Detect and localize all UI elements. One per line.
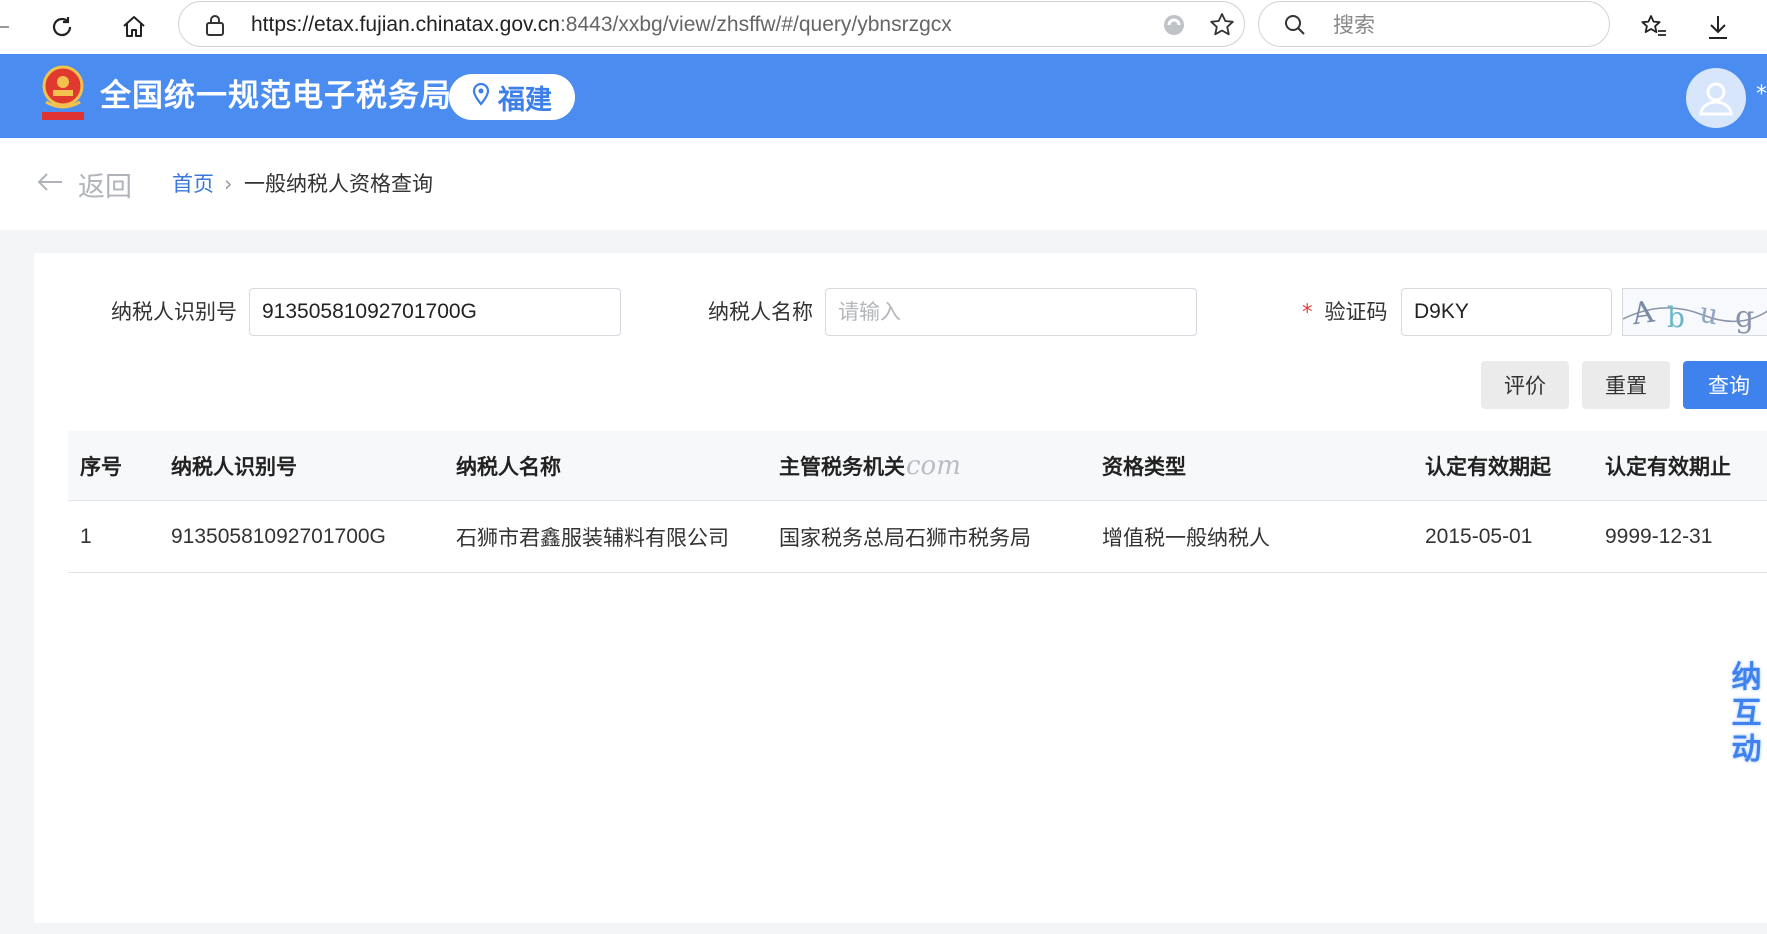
table-cell-valid-from: 2015-05-01 xyxy=(1425,524,1533,548)
search-placeholder: 搜索 xyxy=(1333,13,1375,37)
taxpayer-name-label: 纳税人名称 xyxy=(708,300,813,324)
side-widget-char: 纳 xyxy=(1731,660,1762,695)
interaction-side-widget[interactable]: 纳 互 动 xyxy=(1726,660,1767,778)
lock-icon[interactable] xyxy=(205,14,225,40)
back-button[interactable]: 返回 xyxy=(36,138,132,230)
breadcrumb-current: 一般纳税人资格查询 xyxy=(244,172,433,196)
url-path: :8443/xxbg/view/zhsffw/#/query/ybnsrzgcx xyxy=(559,13,952,36)
evaluate-button[interactable]: 评价 xyxy=(1481,361,1569,409)
breadcrumb-separator: › xyxy=(224,172,233,196)
browser-search-box[interactable]: 搜索 xyxy=(1258,1,1610,47)
column-header: 纳税人识别号 xyxy=(171,454,297,479)
back-label: 返回 xyxy=(78,171,132,203)
back-arrow-icon[interactable] xyxy=(0,9,18,45)
table-row: 1 91350581092701700G 石狮市君鑫服装辅料有限公司 国家税务总… xyxy=(68,501,1767,573)
table-cell-qualification-type: 增值税一般纳税人 xyxy=(1102,525,1270,550)
captcha-input[interactable]: D9KY xyxy=(1401,288,1612,336)
download-icon[interactable] xyxy=(1700,9,1736,45)
column-header: 纳税人名称 xyxy=(456,454,561,479)
back-arrow-icon xyxy=(36,169,64,200)
site-title: 全国统一规范电子税务局 xyxy=(100,78,452,114)
reset-button[interactable]: 重置 xyxy=(1582,361,1670,409)
svg-text:b: b xyxy=(1667,301,1685,334)
table-cell-taxpayer-name: 石狮市君鑫服装辅料有限公司 xyxy=(456,525,729,550)
column-header: 序号 xyxy=(80,454,122,479)
url-text: https://etax.fujian.chinatax.gov.cn:8443… xyxy=(251,2,952,48)
national-emblem-logo xyxy=(38,62,88,124)
table-cell-valid-to: 9999-12-31 xyxy=(1605,524,1713,548)
refresh-icon[interactable] xyxy=(44,9,80,45)
query-panel: 纳税人识别号 91350581092701700G 纳税人名称 请输入 * 验证码… xyxy=(34,253,1767,923)
table-cell-index: 1 xyxy=(80,524,92,548)
favorite-star-icon[interactable] xyxy=(1209,12,1235,42)
search-icon xyxy=(1283,13,1307,41)
breadcrumb-home-link[interactable]: 首页 xyxy=(172,138,214,230)
home-icon[interactable] xyxy=(116,9,152,45)
browser-toolbar: https://etax.fujian.chinatax.gov.cn:8443… xyxy=(0,0,1767,54)
watermark: com xyxy=(906,451,961,481)
svg-text:A: A xyxy=(1629,295,1657,333)
column-header: 资格类型 xyxy=(1102,454,1186,479)
side-widget-char: 动 xyxy=(1731,732,1762,767)
query-button[interactable]: 查询 xyxy=(1683,361,1767,409)
captcha-label: * 验证码 xyxy=(1302,288,1388,336)
svg-text:u: u xyxy=(1697,296,1721,332)
region-label: 福建 xyxy=(498,84,552,116)
location-pin-icon xyxy=(472,82,490,113)
svg-text:g: g xyxy=(1735,300,1754,335)
table-cell-tax-authority: 国家税务总局石狮市税务局 xyxy=(779,525,1031,550)
table-cell-taxpayer-id: 91350581092701700G xyxy=(171,524,386,548)
breadcrumb: 返回 首页 › 一般纳税人资格查询 xyxy=(0,138,1767,230)
taxpayer-id-input[interactable]: 91350581092701700G xyxy=(249,288,621,336)
header-marker-icon: * xyxy=(1756,82,1767,107)
captcha-image[interactable]: A b u g xyxy=(1622,288,1767,336)
url-host: https://etax.fujian.chinatax.gov.cn xyxy=(251,13,560,36)
column-header: 主管税务机关 xyxy=(779,454,905,479)
column-header: 认定有效期起 xyxy=(1425,454,1551,479)
favorites-list-icon[interactable] xyxy=(1636,9,1672,45)
side-widget-char: 互 xyxy=(1731,696,1762,731)
taxpayer-name-input[interactable]: 请输入 xyxy=(825,288,1197,336)
captcha-label-text: 验证码 xyxy=(1324,300,1388,324)
region-selector[interactable]: 福建 xyxy=(449,74,575,120)
user-avatar[interactable] xyxy=(1686,68,1746,128)
required-mark: * xyxy=(1302,300,1313,324)
address-bar[interactable]: https://etax.fujian.chinatax.gov.cn:8443… xyxy=(178,1,1245,47)
taxpayer-id-label: 纳税人识别号 xyxy=(111,300,237,324)
column-header: 认定有效期止 xyxy=(1605,454,1731,479)
read-aloud-icon[interactable] xyxy=(1161,13,1187,41)
site-header: 全国统一规范电子税务局 福建 * xyxy=(0,54,1767,138)
